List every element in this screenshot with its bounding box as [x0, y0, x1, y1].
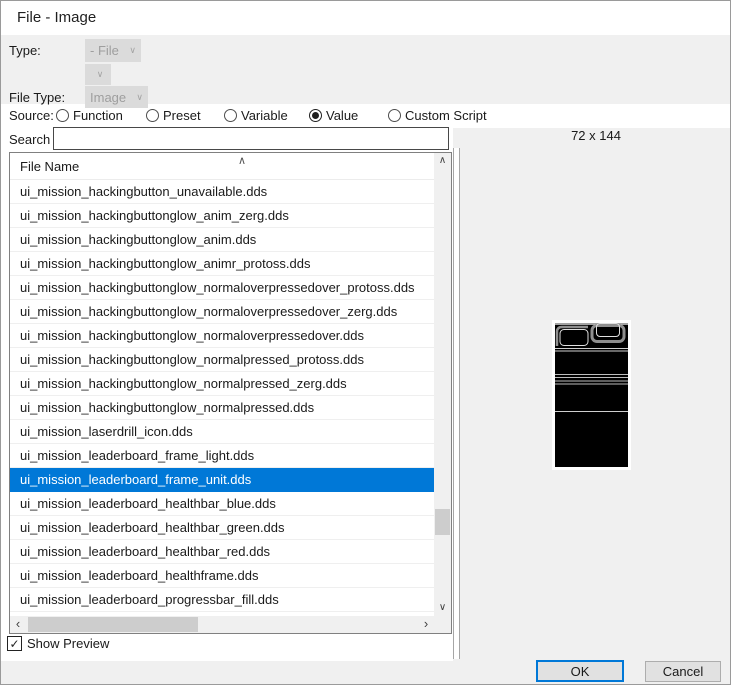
list-item[interactable]: ui_mission_leaderboard_healthbar_blue.dd…	[10, 492, 434, 516]
ok-button-label: OK	[570, 663, 590, 679]
scroll-left-icon[interactable]: ‹	[10, 616, 26, 633]
horizontal-scrollbar-thumb[interactable]	[28, 617, 198, 632]
search-label: Search	[9, 132, 51, 147]
image-size-label: 72 x 144	[571, 128, 621, 143]
list-item[interactable]: ui_mission_leaderboard_frame_unit.dds	[10, 468, 434, 492]
radio-icon[interactable]	[309, 108, 322, 122]
list-item[interactable]: ui_mission_leaderboard_frame_light.dds	[10, 444, 434, 468]
list-item[interactable]: ui_mission_hackingbuttonglow_normaloverp…	[10, 276, 434, 300]
source-radio-label: Preset	[163, 107, 201, 123]
list-item[interactable]: ui_mission_leaderboard_healthbar_green.d…	[10, 516, 434, 540]
search-input[interactable]	[53, 127, 449, 150]
type-label: Type:	[9, 43, 41, 58]
file-name-header-label: File Name	[20, 159, 80, 174]
file-list-rows: ui_mission_hackingbutton_unavailable.dds…	[10, 180, 434, 616]
source-radio-value[interactable]: Value	[309, 105, 358, 125]
dialog-title: File - Image	[17, 9, 97, 26]
file-type-dropdown-value: Image	[90, 89, 127, 105]
file-image-dialog: File - Image Type: - File ∨ ∨ File Type:…	[0, 0, 731, 685]
show-preview-checkbox[interactable]: ✓ Show Preview	[7, 636, 109, 651]
list-item[interactable]: ui_mission_leaderboard_healthbar_red.dds	[10, 540, 434, 564]
file-list: File Name ∧ ui_mission_hackingbutton_una…	[9, 152, 452, 634]
source-radio-variable[interactable]: Variable	[224, 105, 288, 125]
source-radio-preset[interactable]: Preset	[146, 105, 201, 125]
radio-icon[interactable]	[146, 108, 159, 122]
scroll-up-icon[interactable]: ∧	[434, 153, 451, 169]
type-dropdown[interactable]: - File ∨	[85, 39, 141, 62]
list-item[interactable]: ui_mission_leaderboard_healthframe.dds	[10, 564, 434, 588]
type-dropdown-value: - File	[90, 43, 119, 58]
radio-icon[interactable]	[388, 108, 401, 122]
scrollbar-corner	[434, 616, 451, 633]
chevron-down-icon: ∨	[96, 69, 104, 79]
show-preview-label: Show Preview	[27, 636, 110, 651]
scroll-right-icon[interactable]: ›	[418, 616, 434, 633]
vertical-scrollbar-thumb[interactable]	[435, 509, 450, 535]
horizontal-scrollbar[interactable]: ‹ ›	[10, 616, 434, 633]
vertical-scrollbar[interactable]: ∧ ∨	[434, 153, 451, 616]
subtype-dropdown[interactable]: ∨	[85, 64, 111, 85]
chevron-down-icon: ∨	[129, 45, 136, 55]
file-type-label: File Type:	[9, 90, 66, 105]
scroll-down-icon[interactable]: ∨	[434, 600, 451, 616]
list-item[interactable]: ui_mission_hackingbuttonglow_anim_zerg.d…	[10, 204, 434, 228]
ok-button[interactable]: OK	[536, 660, 624, 682]
list-item[interactable]: ui_mission_hackingbuttonglow_normaloverp…	[10, 324, 434, 348]
list-item[interactable]: ui_mission_hackingbuttonglow_normalpress…	[10, 348, 434, 372]
radio-icon[interactable]	[224, 108, 237, 122]
source-radio-function[interactable]: Function	[56, 105, 123, 125]
preview-image	[552, 320, 631, 470]
checkmark-icon[interactable]: ✓	[7, 636, 22, 651]
list-item[interactable]: ui_mission_leaderboard_progressbar_fill.…	[10, 588, 434, 612]
source-radio-label: Variable	[241, 107, 288, 123]
list-item[interactable]: ui_mission_hackingbutton_unavailable.dds	[10, 180, 434, 204]
source-radio-label: Function	[73, 107, 123, 123]
source-radio-custom-script[interactable]: Custom Script	[388, 105, 487, 125]
cancel-button-label: Cancel	[662, 664, 704, 679]
sort-asc-icon: ∧	[238, 155, 247, 167]
list-item[interactable]: ui_mission_hackingbuttonglow_normalpress…	[10, 372, 434, 396]
list-item[interactable]: ui_mission_hackingbuttonglow_animr_proto…	[10, 252, 434, 276]
list-item[interactable]: ui_mission_hackingbuttonglow_normaloverp…	[10, 300, 434, 324]
source-radio-label: Value	[326, 107, 359, 123]
list-item[interactable]: ui_mission_hackingbuttonglow_anim.dds	[10, 228, 434, 252]
radio-icon[interactable]	[56, 108, 69, 122]
chevron-down-icon: ∨	[136, 91, 143, 102]
source-radio-label: Custom Script	[405, 107, 487, 123]
cancel-button[interactable]: Cancel	[645, 661, 721, 682]
source-label: Source:	[9, 108, 54, 123]
panel-splitter[interactable]	[453, 148, 460, 659]
list-item[interactable]: ui_mission_laserdrill_icon.dds	[10, 420, 434, 444]
file-name-column-header[interactable]: File Name ∧	[10, 153, 434, 180]
list-item[interactable]: ui_mission_hackingbuttonglow_normalpress…	[10, 396, 434, 420]
